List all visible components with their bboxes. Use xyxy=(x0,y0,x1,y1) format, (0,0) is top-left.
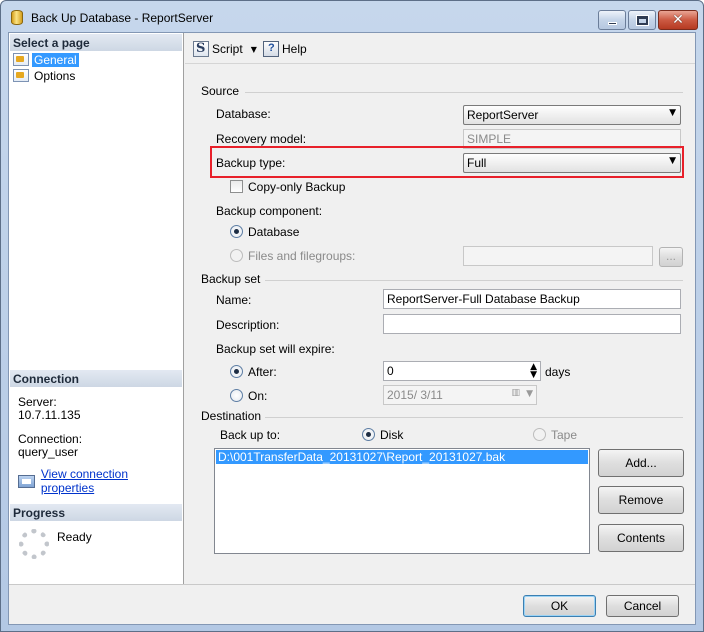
backup-type-value: Full xyxy=(467,156,487,170)
component-files-label[interactable]: Files and filegroups: xyxy=(248,249,355,263)
server-value: 10.7.11.135 xyxy=(18,408,81,422)
expire-after-radio[interactable] xyxy=(230,365,243,378)
spin-down-icon[interactable]: ▼ xyxy=(530,370,537,380)
expire-after-days-value: 0 xyxy=(387,364,394,378)
close-icon: ✕ xyxy=(672,12,684,28)
chevron-down-icon: ▼ xyxy=(526,389,533,399)
page-item-label: General xyxy=(32,52,79,67)
window-title: Back Up Database - ReportServer xyxy=(31,11,214,25)
dialog-client-area: Select a page General Options Connection… xyxy=(8,32,696,625)
expire-after-label[interactable]: After: xyxy=(248,365,277,379)
recovery-model-label: Recovery model: xyxy=(216,132,307,146)
progress-status: Ready xyxy=(57,530,92,544)
expire-label: Backup set will expire: xyxy=(216,342,335,356)
backup-type-select[interactable]: Full ▼ xyxy=(463,153,681,173)
connection-label: Connection: xyxy=(18,432,83,446)
expire-on-date-picker[interactable]: 2015/ 3/11 ▥ ▼ xyxy=(383,385,537,405)
maximize-button[interactable] xyxy=(628,10,656,30)
expire-on-radio[interactable] xyxy=(230,389,243,402)
backup-name-input[interactable]: ReportServer-Full Database Backup xyxy=(383,289,681,309)
destination-section-label: Destination xyxy=(201,409,262,423)
chevron-down-icon: ▼ xyxy=(669,108,676,118)
contents-button[interactable]: Contents xyxy=(598,524,684,552)
page-item-options[interactable]: Options xyxy=(13,68,77,83)
copy-only-label[interactable]: Copy-only Backup xyxy=(248,180,345,194)
minimize-icon xyxy=(607,22,617,25)
cancel-button[interactable]: Cancel xyxy=(606,595,679,617)
page-icon xyxy=(13,69,29,82)
title-bar[interactable]: Back Up Database - ReportServer ✕ xyxy=(1,1,703,33)
progress-spinner-icon xyxy=(19,529,49,559)
help-label: Help xyxy=(282,42,307,56)
database-select[interactable]: ReportServer ▼ xyxy=(463,105,681,125)
database-label: Database: xyxy=(216,107,271,121)
minimize-button[interactable] xyxy=(598,10,626,30)
days-label: days xyxy=(545,365,571,379)
help-icon xyxy=(263,41,279,57)
source-divider xyxy=(245,92,683,93)
left-pane: Select a page General Options Connection… xyxy=(9,33,184,584)
connection-header: Connection xyxy=(10,370,182,387)
select-page-header: Select a page xyxy=(10,34,182,51)
component-files-radio[interactable] xyxy=(230,249,243,262)
chevron-down-icon: ▼ xyxy=(669,156,676,166)
backup-database-window: Back Up Database - ReportServer ✕ Select… xyxy=(0,0,704,632)
script-label: Script xyxy=(212,42,243,56)
backup-component-label: Backup component: xyxy=(216,204,323,218)
database-icon xyxy=(11,10,23,25)
script-dropdown-icon[interactable]: ▼ xyxy=(251,45,257,54)
list-item[interactable]: D:\001TransferData_20131027\Report_20131… xyxy=(216,450,588,464)
expire-on-date-value: 2015/ 3/11 xyxy=(387,388,443,402)
maximize-icon xyxy=(635,14,649,26)
ok-button[interactable]: OK xyxy=(523,595,596,617)
connection-value: query_user xyxy=(18,445,79,459)
destination-list[interactable]: D:\001TransferData_20131027\Report_20131… xyxy=(214,448,590,554)
server-label: Server: xyxy=(18,395,57,409)
component-database-label[interactable]: Database xyxy=(248,225,299,239)
page-item-general[interactable]: General xyxy=(13,52,79,67)
remove-button[interactable]: Remove xyxy=(598,486,684,514)
tape-label[interactable]: Tape xyxy=(551,428,577,442)
name-label: Name: xyxy=(216,293,252,307)
script-icon xyxy=(193,41,209,57)
files-browse-button[interactable]: ... xyxy=(659,247,683,267)
close-button[interactable]: ✕ xyxy=(658,10,698,30)
database-value: ReportServer xyxy=(467,108,539,122)
backup-type-label: Backup type: xyxy=(216,156,286,170)
backup-set-divider xyxy=(265,280,683,281)
help-button[interactable]: Help xyxy=(263,41,307,57)
back-up-to-label: Back up to: xyxy=(220,428,281,442)
script-button[interactable]: Script ▼ xyxy=(193,41,257,57)
page-item-label: Options xyxy=(34,68,76,83)
copy-only-checkbox[interactable] xyxy=(230,180,243,193)
description-label: Description: xyxy=(216,318,280,332)
toolbar-divider xyxy=(185,63,695,64)
view-connection-properties-label: View connection properties xyxy=(40,467,128,495)
view-connection-properties-link[interactable]: View connection properties xyxy=(18,467,183,495)
expire-on-label[interactable]: On: xyxy=(248,389,267,403)
description-input[interactable] xyxy=(383,314,681,334)
recovery-model-field: SIMPLE xyxy=(463,129,681,149)
files-filegroups-field xyxy=(463,246,653,266)
page-icon xyxy=(13,53,29,66)
tape-radio[interactable] xyxy=(533,428,546,441)
toolbar: Script ▼ Help xyxy=(185,33,695,63)
connection-properties-icon xyxy=(18,474,35,488)
add-button[interactable]: Add... xyxy=(598,449,684,477)
backup-set-section-label: Backup set xyxy=(201,272,261,286)
progress-header: Progress xyxy=(10,504,182,521)
destination-divider xyxy=(265,417,683,418)
expire-after-days-input[interactable]: 0 ▲ ▼ xyxy=(383,361,541,381)
source-section-label: Source xyxy=(201,84,240,98)
disk-radio[interactable] xyxy=(362,428,375,441)
calendar-icon: ▥ xyxy=(511,388,520,398)
disk-label[interactable]: Disk xyxy=(380,428,403,442)
component-database-radio[interactable] xyxy=(230,225,243,238)
